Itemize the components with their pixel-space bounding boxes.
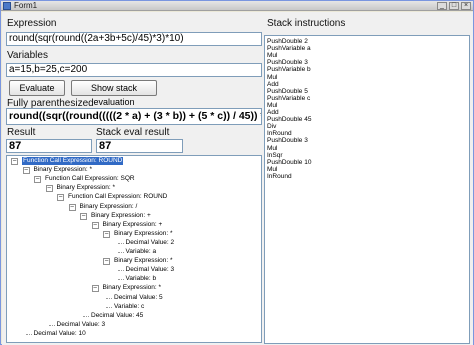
expression-label: Expression xyxy=(7,18,57,29)
tree-collapse-toggle[interactable]: − xyxy=(11,158,18,165)
app-icon xyxy=(3,2,11,10)
tree-node[interactable]: Function Call Expression: ROUND xyxy=(22,157,124,165)
stack-eval-label: Stack eval result xyxy=(96,127,170,138)
expression-input[interactable]: round(sqr(round((2a+3b+5c)/45)*3)*10) xyxy=(6,32,262,46)
tree-connector xyxy=(117,279,124,281)
tree-node[interactable]: Binary Expression: + xyxy=(91,212,151,220)
tree-connector xyxy=(106,306,112,308)
tree-collapse-toggle[interactable]: − xyxy=(91,285,99,293)
tree-connector xyxy=(83,315,89,317)
tree-collapse-toggle[interactable]: − xyxy=(103,258,110,266)
form-client-area: Expression round(sqr(round((2a+3b+5c)/45… xyxy=(2,12,473,345)
tree-node[interactable]: Binary Expression: * xyxy=(114,257,173,265)
tree-connector xyxy=(25,333,32,335)
close-button[interactable]: × xyxy=(461,2,471,10)
tree-collapse-toggle[interactable]: − xyxy=(57,194,64,202)
tree-node[interactable]: Decimal Value: 2 xyxy=(126,239,175,247)
tree-node[interactable]: Binary Expression: + xyxy=(103,221,163,229)
main-window: Form1 _ □ × Expression round(sqr(round((… xyxy=(0,0,474,345)
tree-connector xyxy=(117,242,124,244)
evaluate-button[interactable]: Evaluate xyxy=(9,80,65,96)
tree-node[interactable]: Decimal Value: 10 xyxy=(34,330,86,338)
tree-connector xyxy=(117,252,124,253)
tree-node[interactable]: Decimal Value: 5 xyxy=(114,294,163,302)
tree-collapse-toggle[interactable]: − xyxy=(45,185,53,193)
tree-node[interactable]: Function Call Expression: SQR xyxy=(45,175,135,183)
tree-collapse-toggle[interactable]: − xyxy=(68,203,76,211)
show-stack-evaluation-button[interactable]: Show stack evaluation xyxy=(71,80,157,107)
tree-node[interactable]: Binary Expression: * xyxy=(114,230,173,238)
tree-node[interactable]: Decimal Value: 3 xyxy=(57,321,106,329)
tree-collapse-toggle[interactable]: − xyxy=(34,176,41,184)
tree-connector xyxy=(106,297,112,299)
maximize-button[interactable]: □ xyxy=(449,2,459,10)
minimize-button[interactable]: _ xyxy=(437,2,447,10)
tree-collapse-toggle[interactable]: − xyxy=(103,230,110,238)
stack-instruction-item[interactable]: InRound xyxy=(267,173,292,181)
tree-node[interactable]: Variable: a xyxy=(126,248,157,256)
result-output[interactable]: 87 xyxy=(6,139,92,153)
tree-connector xyxy=(48,324,55,326)
parenthesized-output[interactable]: round((sqr((round(((((2 * a) + (3 * b)) … xyxy=(6,108,262,125)
stack-eval-output[interactable]: 87 xyxy=(96,139,183,153)
stack-instructions-list[interactable]: PushDouble 2 PushVariable a Mul PushDouble … xyxy=(264,35,470,344)
tree-node[interactable]: Decimal Value: 45 xyxy=(91,312,143,320)
tree-node[interactable]: Variable: b xyxy=(126,275,157,283)
stack-instructions-label: Stack instructions xyxy=(267,18,346,29)
result-label: Result xyxy=(7,127,36,138)
window-title: Form1 xyxy=(14,1,38,10)
tree-collapse-toggle[interactable]: − xyxy=(22,167,30,175)
title-bar[interactable]: Form1 _ □ × xyxy=(1,1,473,11)
expression-tree[interactable]: − Function Call Expression: ROUND − Binary … xyxy=(6,155,262,343)
tree-node[interactable]: Function Call Expression: ROUND xyxy=(68,193,167,201)
tree-node[interactable]: Binary Expression: * xyxy=(34,166,93,174)
tree-collapse-toggle[interactable]: − xyxy=(80,212,87,220)
tree-collapse-toggle[interactable]: − xyxy=(91,221,99,229)
tree-node[interactable]: Binary Expression: / xyxy=(80,203,138,211)
variables-label: Variables xyxy=(7,50,48,61)
tree-node[interactable]: Binary Expression: * xyxy=(103,284,162,292)
tree-node[interactable]: Binary Expression: * xyxy=(57,184,116,192)
variables-input[interactable]: a=15,b=25,c=200 xyxy=(6,63,262,77)
tree-connector xyxy=(117,270,124,272)
tree-node[interactable]: Variable: c xyxy=(114,303,144,311)
tree-node[interactable]: Decimal Value: 3 xyxy=(126,266,175,274)
